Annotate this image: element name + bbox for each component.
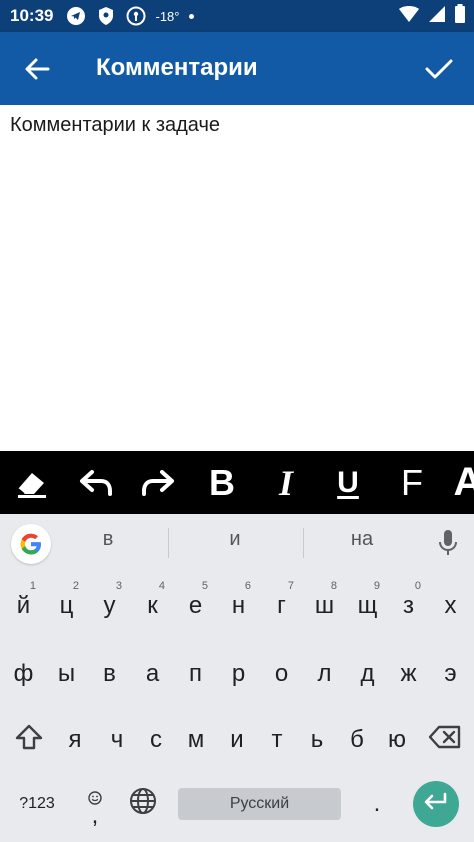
suggestion-3[interactable]: на — [322, 528, 402, 551]
font-button[interactable]: F — [390, 451, 434, 514]
key-e[interactable]: е5 — [174, 574, 217, 638]
keyboard: в и на й1 ц2 у3 к4 е5 н6 г7 ш8 щ9 з0 х ф… — [0, 514, 474, 842]
key-hint: 9 — [373, 580, 380, 592]
key-z[interactable]: з0 — [387, 574, 430, 638]
page-title: Комментарии — [96, 54, 258, 81]
key-sh[interactable]: ш8 — [303, 574, 346, 638]
suggestion-divider — [303, 528, 304, 558]
key-label: е — [188, 592, 203, 619]
suggestion-1[interactable]: в — [68, 528, 148, 551]
signal-icon — [428, 5, 446, 28]
key-label: н — [231, 592, 246, 619]
battery-icon — [454, 3, 466, 29]
key-v[interactable]: в — [88, 642, 131, 706]
key-o[interactable]: о — [260, 642, 303, 706]
app-bar: Комментарии — [0, 32, 474, 105]
language-key[interactable] — [122, 772, 164, 836]
key-hint: 8 — [330, 580, 337, 592]
comment-editor[interactable]: Комментарии к задаче — [0, 105, 474, 451]
status-bar: 10:39 -18° — [0, 0, 474, 32]
key-b[interactable]: б — [336, 708, 378, 772]
keyhole-icon — [125, 5, 147, 27]
symbols-key[interactable]: ?123 — [6, 772, 68, 836]
key-soft-sign[interactable]: ь — [296, 708, 338, 772]
key-d[interactable]: д — [346, 642, 389, 706]
key-hint: 0 — [414, 580, 421, 592]
suggestion-divider — [168, 528, 169, 558]
globe-icon — [129, 787, 157, 822]
key-n[interactable]: н6 — [217, 574, 260, 638]
key-label: г — [277, 592, 286, 619]
key-i[interactable]: и — [216, 708, 258, 772]
microphone-icon[interactable] — [436, 528, 460, 558]
underline-button[interactable]: U — [326, 451, 370, 514]
backspace-key[interactable] — [420, 708, 470, 772]
key-kh[interactable]: х — [429, 574, 472, 638]
key-label: к — [147, 592, 158, 619]
enter-key[interactable] — [413, 781, 459, 827]
shift-icon — [14, 723, 44, 758]
key-hint: 2 — [72, 580, 79, 592]
key-hint: 7 — [287, 580, 294, 592]
space-key[interactable]: Русский — [178, 788, 341, 820]
period-key[interactable]: . — [356, 772, 398, 836]
key-label: з — [402, 592, 414, 619]
status-temperature: -18° — [155, 8, 180, 24]
key-shch[interactable]: щ9 — [346, 574, 389, 638]
notification-dot — [189, 13, 195, 19]
backspace-icon — [428, 725, 462, 756]
undo-icon[interactable] — [74, 451, 118, 514]
key-y-hard[interactable]: ы — [45, 642, 88, 706]
font-size-button[interactable]: A — [446, 451, 474, 514]
suggestion-2[interactable]: и — [195, 528, 275, 551]
key-label: й — [16, 592, 31, 619]
shift-key[interactable] — [4, 708, 54, 772]
eraser-icon[interactable] — [10, 451, 54, 514]
key-label: у — [103, 592, 116, 619]
key-ya[interactable]: я — [54, 708, 96, 772]
bold-button[interactable]: B — [200, 451, 244, 514]
key-ch[interactable]: ч — [96, 708, 138, 772]
key-e-reverse[interactable]: э — [429, 642, 472, 706]
key-m[interactable]: м — [175, 708, 217, 772]
comma-key[interactable]: , — [72, 772, 118, 836]
wifi-icon — [398, 5, 420, 28]
key-zh[interactable]: ж — [387, 642, 430, 706]
formatting-toolbar: B I U F A — [0, 451, 474, 514]
key-hint: 5 — [201, 580, 208, 592]
key-ts[interactable]: ц2 — [45, 574, 88, 638]
key-hint: 6 — [244, 580, 251, 592]
key-a[interactable]: а — [131, 642, 174, 706]
redo-icon[interactable] — [136, 451, 180, 514]
key-l[interactable]: л — [303, 642, 346, 706]
comma-label: , — [91, 802, 99, 829]
key-r[interactable]: р — [217, 642, 260, 706]
shield-icon — [95, 5, 117, 27]
key-y[interactable]: й1 — [2, 574, 45, 638]
back-arrow-icon[interactable] — [18, 50, 56, 88]
google-icon[interactable] — [11, 524, 51, 564]
telegram-icon — [65, 5, 87, 27]
key-t[interactable]: т — [256, 708, 298, 772]
key-u[interactable]: у3 — [88, 574, 131, 638]
key-hint: 4 — [158, 580, 165, 592]
key-s[interactable]: с — [135, 708, 177, 772]
key-k[interactable]: к4 — [131, 574, 174, 638]
key-yu[interactable]: ю — [376, 708, 418, 772]
status-time: 10:39 — [10, 6, 54, 25]
italic-button[interactable]: I — [264, 451, 308, 514]
enter-icon — [423, 792, 449, 817]
key-f[interactable]: ф — [2, 642, 45, 706]
comment-text[interactable]: Комментарии к задаче — [10, 114, 220, 137]
key-hint: 3 — [115, 580, 122, 592]
key-label: х — [444, 592, 457, 619]
key-p[interactable]: п — [174, 642, 217, 706]
checkmark-icon[interactable] — [420, 50, 458, 88]
key-label: щ — [357, 592, 378, 619]
suggestion-strip: в и на — [0, 514, 474, 571]
key-label: ц — [59, 592, 74, 619]
key-hint: 1 — [29, 580, 36, 592]
key-label: ш — [314, 592, 335, 619]
key-g[interactable]: г7 — [260, 574, 303, 638]
